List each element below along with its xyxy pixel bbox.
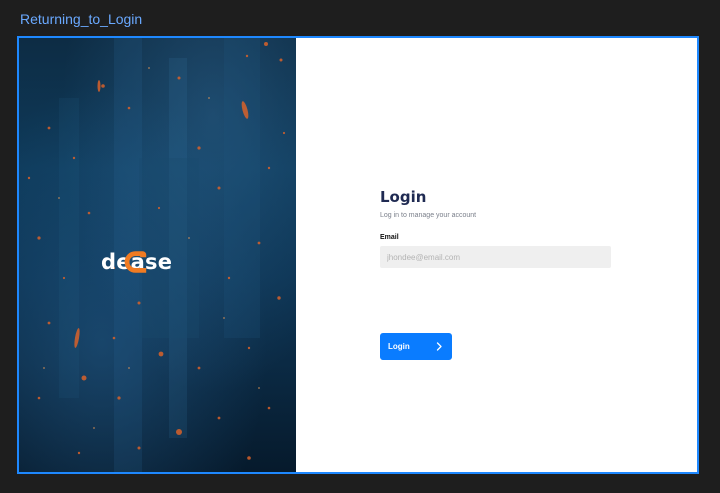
login-button[interactable]: Login: [380, 333, 452, 360]
login-subtitle: Log in to manage your account: [380, 212, 477, 219]
login-form: Login Log in to manage your account Emai…: [380, 188, 612, 360]
email-label: Email: [380, 234, 399, 241]
login-screen-frame: dease Login Log in to manage your accoun…: [17, 36, 699, 474]
hero-image-panel: dease: [19, 38, 296, 472]
login-title: Login: [380, 188, 427, 206]
dease-logo-icon: [124, 251, 147, 273]
email-field[interactable]: [380, 246, 611, 268]
brand-logo: dease: [101, 250, 172, 274]
chevron-right-icon: [436, 342, 443, 351]
frame-title: Returning_to_Login: [20, 11, 143, 27]
login-button-label: Login: [388, 342, 410, 351]
